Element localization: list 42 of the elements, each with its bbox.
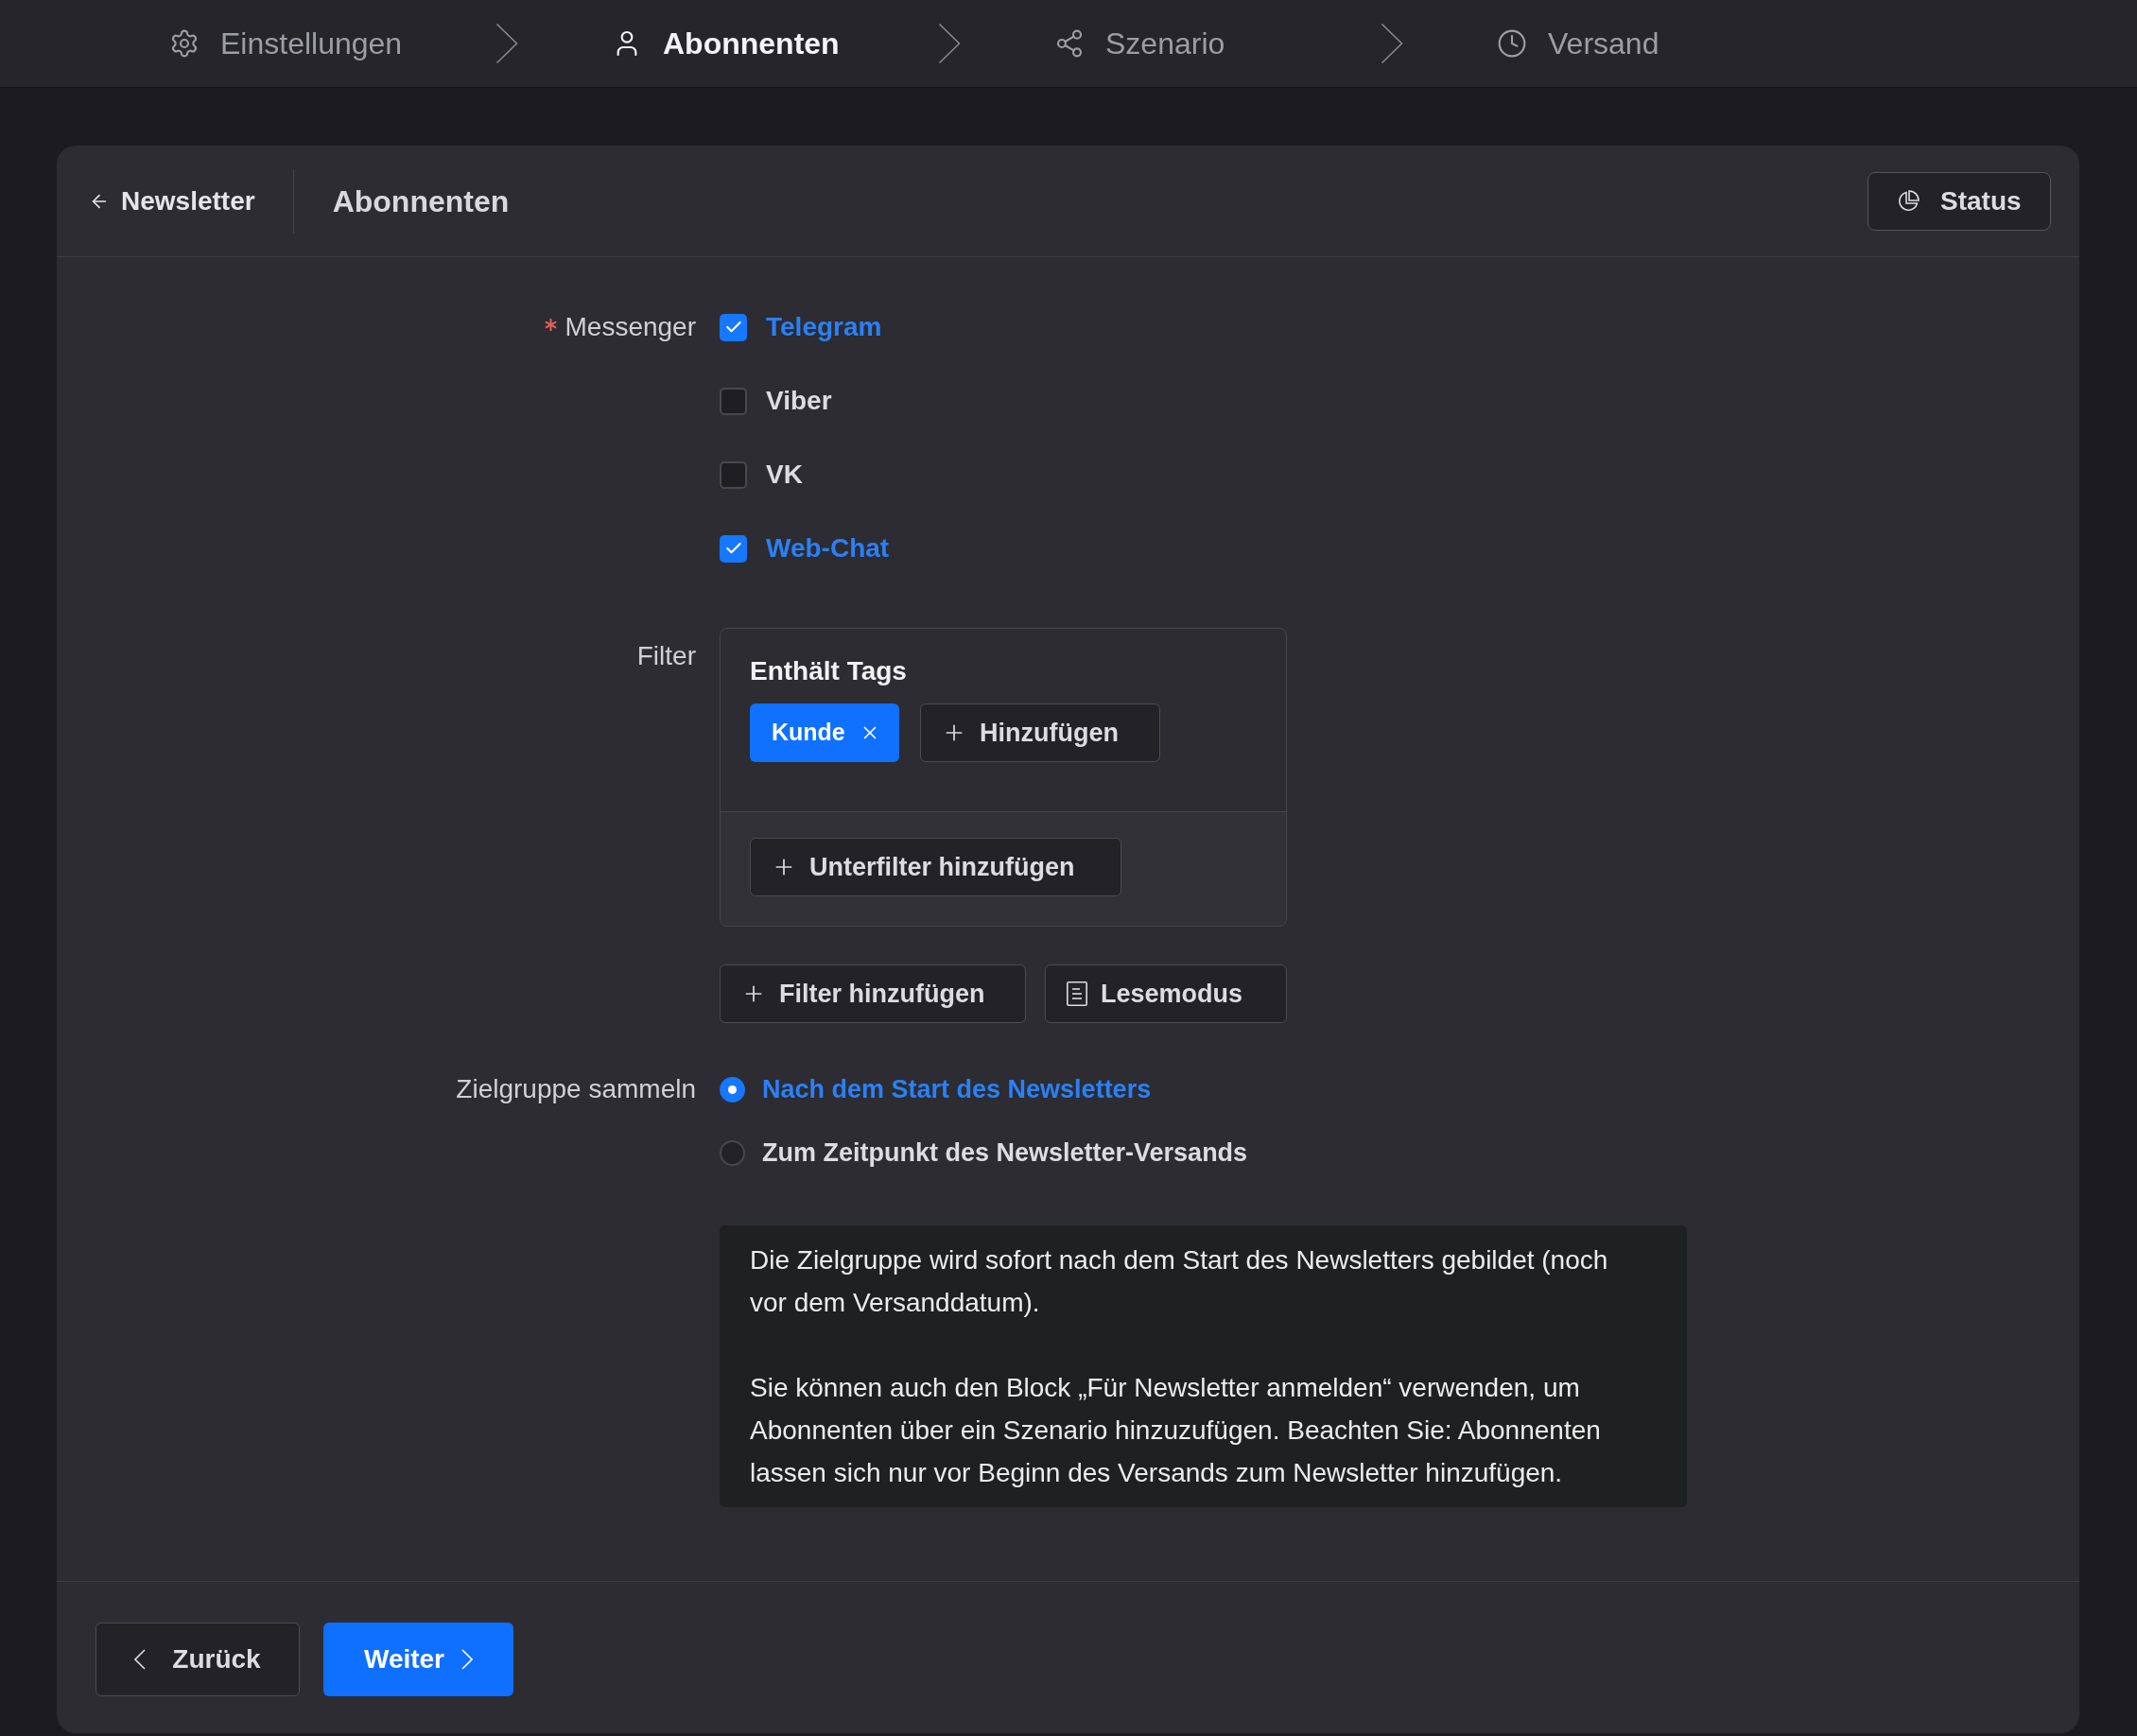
radio-button[interactable]	[720, 1139, 745, 1166]
field-label: Messenger	[565, 311, 696, 343]
back-link[interactable]: Newsletter	[89, 181, 255, 221]
clock-icon	[1497, 28, 1527, 59]
step-tab[interactable]: Einstellungen	[169, 21, 403, 66]
status-button[interactable]: Status	[1868, 171, 2051, 231]
next-button[interactable]: Weiter	[323, 1623, 513, 1696]
step-tab[interactable]: Versand	[1497, 21, 1659, 66]
step-tab[interactable]: Abonnenten	[612, 21, 840, 66]
add-subfilter-button[interactable]: Unterfilter hinzufügen	[750, 838, 1121, 896]
field-label: Filter	[636, 640, 696, 672]
checkbox-label[interactable]: VK	[766, 455, 803, 495]
filter-title: Enthält Tags	[750, 655, 907, 687]
pie-chart-icon	[1897, 189, 1920, 213]
radio-label[interactable]: Nach dem Start des Newsletters	[762, 1069, 1152, 1109]
chevron-left-icon	[134, 1649, 147, 1670]
checkbox[interactable]	[720, 460, 747, 489]
info-text: Die Zielgruppe wird sofort nach dem Start des Newsletters gebildet (noch vor dem Versanddatum).	[750, 1244, 1609, 1319]
page-title: Abonnenten	[332, 182, 510, 220]
chevron-right-icon	[495, 23, 518, 64]
share-icon	[1054, 28, 1085, 59]
add-filter-button[interactable]: Filter hinzufügen	[720, 964, 1026, 1023]
field-label: Zielgruppe sammeln	[456, 1073, 696, 1105]
checkbox-label[interactable]: Web-Chat	[766, 529, 890, 568]
chevron-right-icon	[461, 1649, 474, 1670]
checkbox-label[interactable]: Telegram	[766, 307, 882, 347]
back-button[interactable]: Zurück	[96, 1623, 300, 1696]
checkbox-label[interactable]: Viber	[766, 381, 832, 421]
checkbox[interactable]	[720, 534, 747, 563]
info-text: Sie können auch den Block „Für Newsletter anmelden“ verwenden, um Abonnenten über ein Szenario hinzuzufügen. Beachten Sie: Abonnenten lassen sich nur vor Beginn des Versands zum Newsletter hinzufügen.	[750, 1372, 1602, 1489]
add-tag-button[interactable]: Hinzufügen	[920, 703, 1160, 762]
chevron-right-icon	[1381, 23, 1403, 64]
read-mode-button[interactable]: Lesemodus	[1045, 964, 1287, 1023]
checkbox[interactable]	[720, 387, 747, 415]
radio-label[interactable]: Zum Zeitpunkt des Newsletter-Versands	[762, 1133, 1248, 1172]
tag-chip[interactable]: Kunde	[750, 703, 899, 762]
step-tab[interactable]: Szenario	[1054, 21, 1225, 66]
checkbox[interactable]	[720, 313, 747, 341]
document-icon	[1067, 981, 1087, 1006]
chevron-right-icon	[938, 23, 961, 64]
gear-icon	[169, 28, 200, 59]
radio-button[interactable]	[720, 1076, 745, 1102]
